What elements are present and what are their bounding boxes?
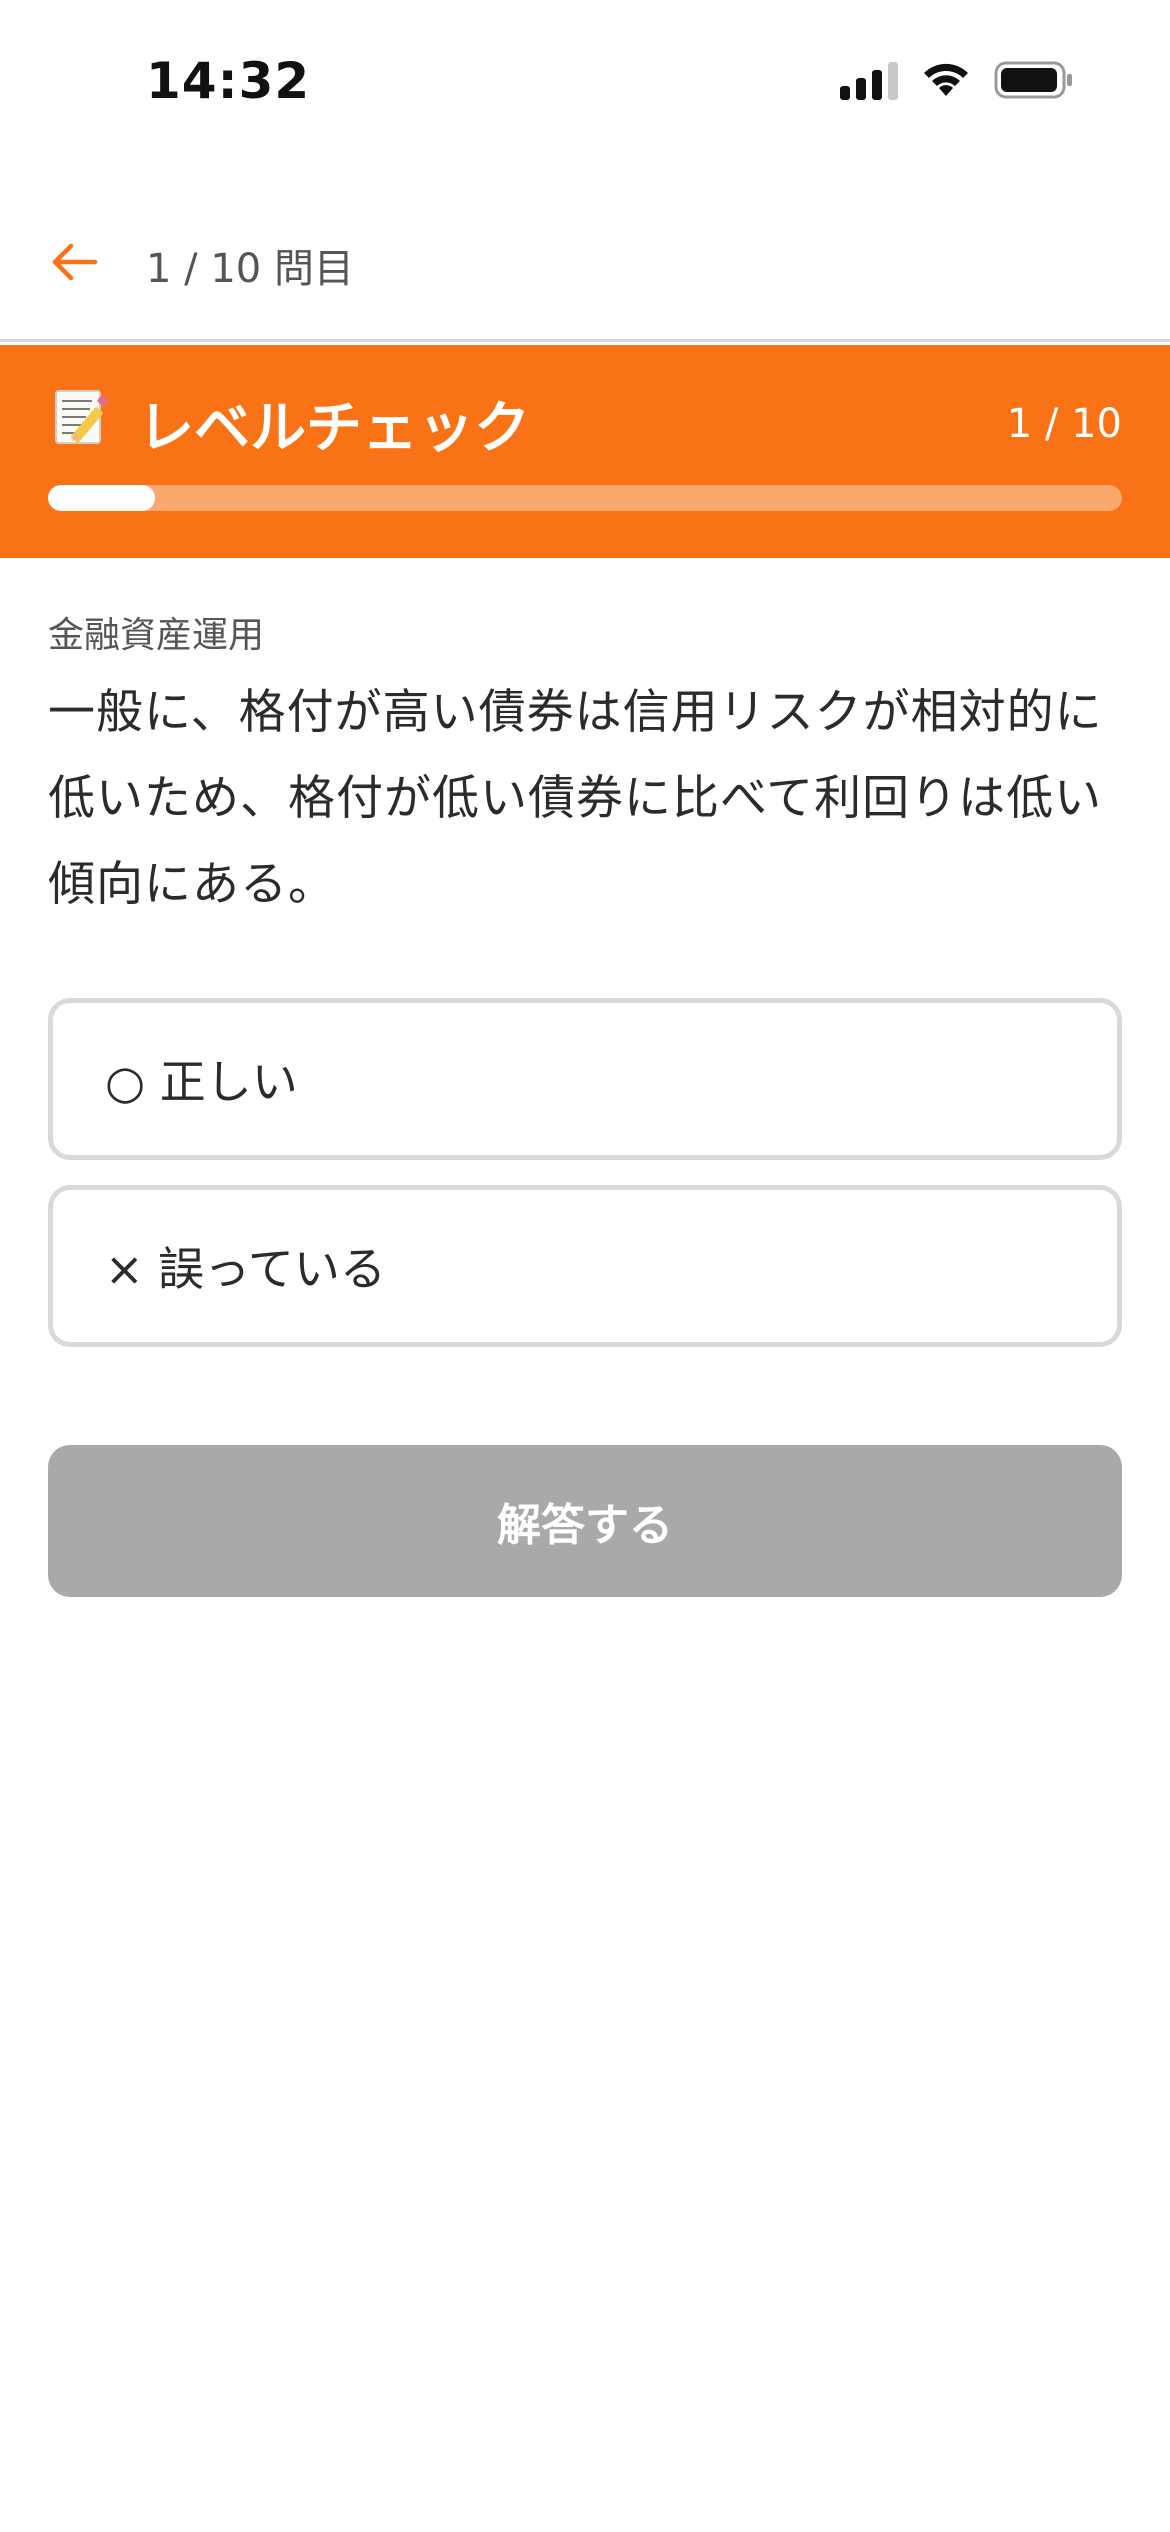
progress-bar bbox=[48, 485, 1122, 511]
banner-title: レベルチェック bbox=[138, 396, 530, 461]
submit-label: 解答する bbox=[497, 1500, 673, 1551]
memo-icon bbox=[55, 390, 109, 444]
question-progress-label: 1 / 10 問目 bbox=[146, 246, 354, 292]
option-label: × 誤っている bbox=[105, 1242, 386, 1296]
status-icons bbox=[840, 60, 1074, 100]
wifi-icon bbox=[920, 60, 972, 100]
nav-header: 1 / 10 問目 bbox=[0, 172, 1170, 342]
battery-icon bbox=[994, 60, 1074, 100]
option-false-button[interactable]: × 誤っている bbox=[48, 1185, 1122, 1347]
progress-bar-fill bbox=[48, 485, 156, 511]
cellular-signal-icon bbox=[840, 60, 898, 100]
option-true-button[interactable]: ○ 正しい bbox=[48, 998, 1122, 1160]
status-bar: 14:32 bbox=[0, 0, 1170, 172]
level-check-banner: レベルチェック 1 / 10 bbox=[0, 345, 1170, 558]
submit-answer-button[interactable]: 解答する bbox=[48, 1445, 1122, 1597]
back-button[interactable] bbox=[44, 232, 104, 292]
status-time: 14:32 bbox=[146, 52, 311, 110]
option-label: ○ 正しい bbox=[105, 1055, 298, 1109]
banner-count: 1 / 10 bbox=[1006, 401, 1122, 447]
question-category: 金融資産運用 bbox=[48, 615, 265, 656]
question-text: 一般に、格付が高い債券は信用リスクが相対的に低いため、格付が低い債券に比べて利回… bbox=[48, 685, 1103, 912]
arrow-left-icon bbox=[52, 243, 98, 281]
